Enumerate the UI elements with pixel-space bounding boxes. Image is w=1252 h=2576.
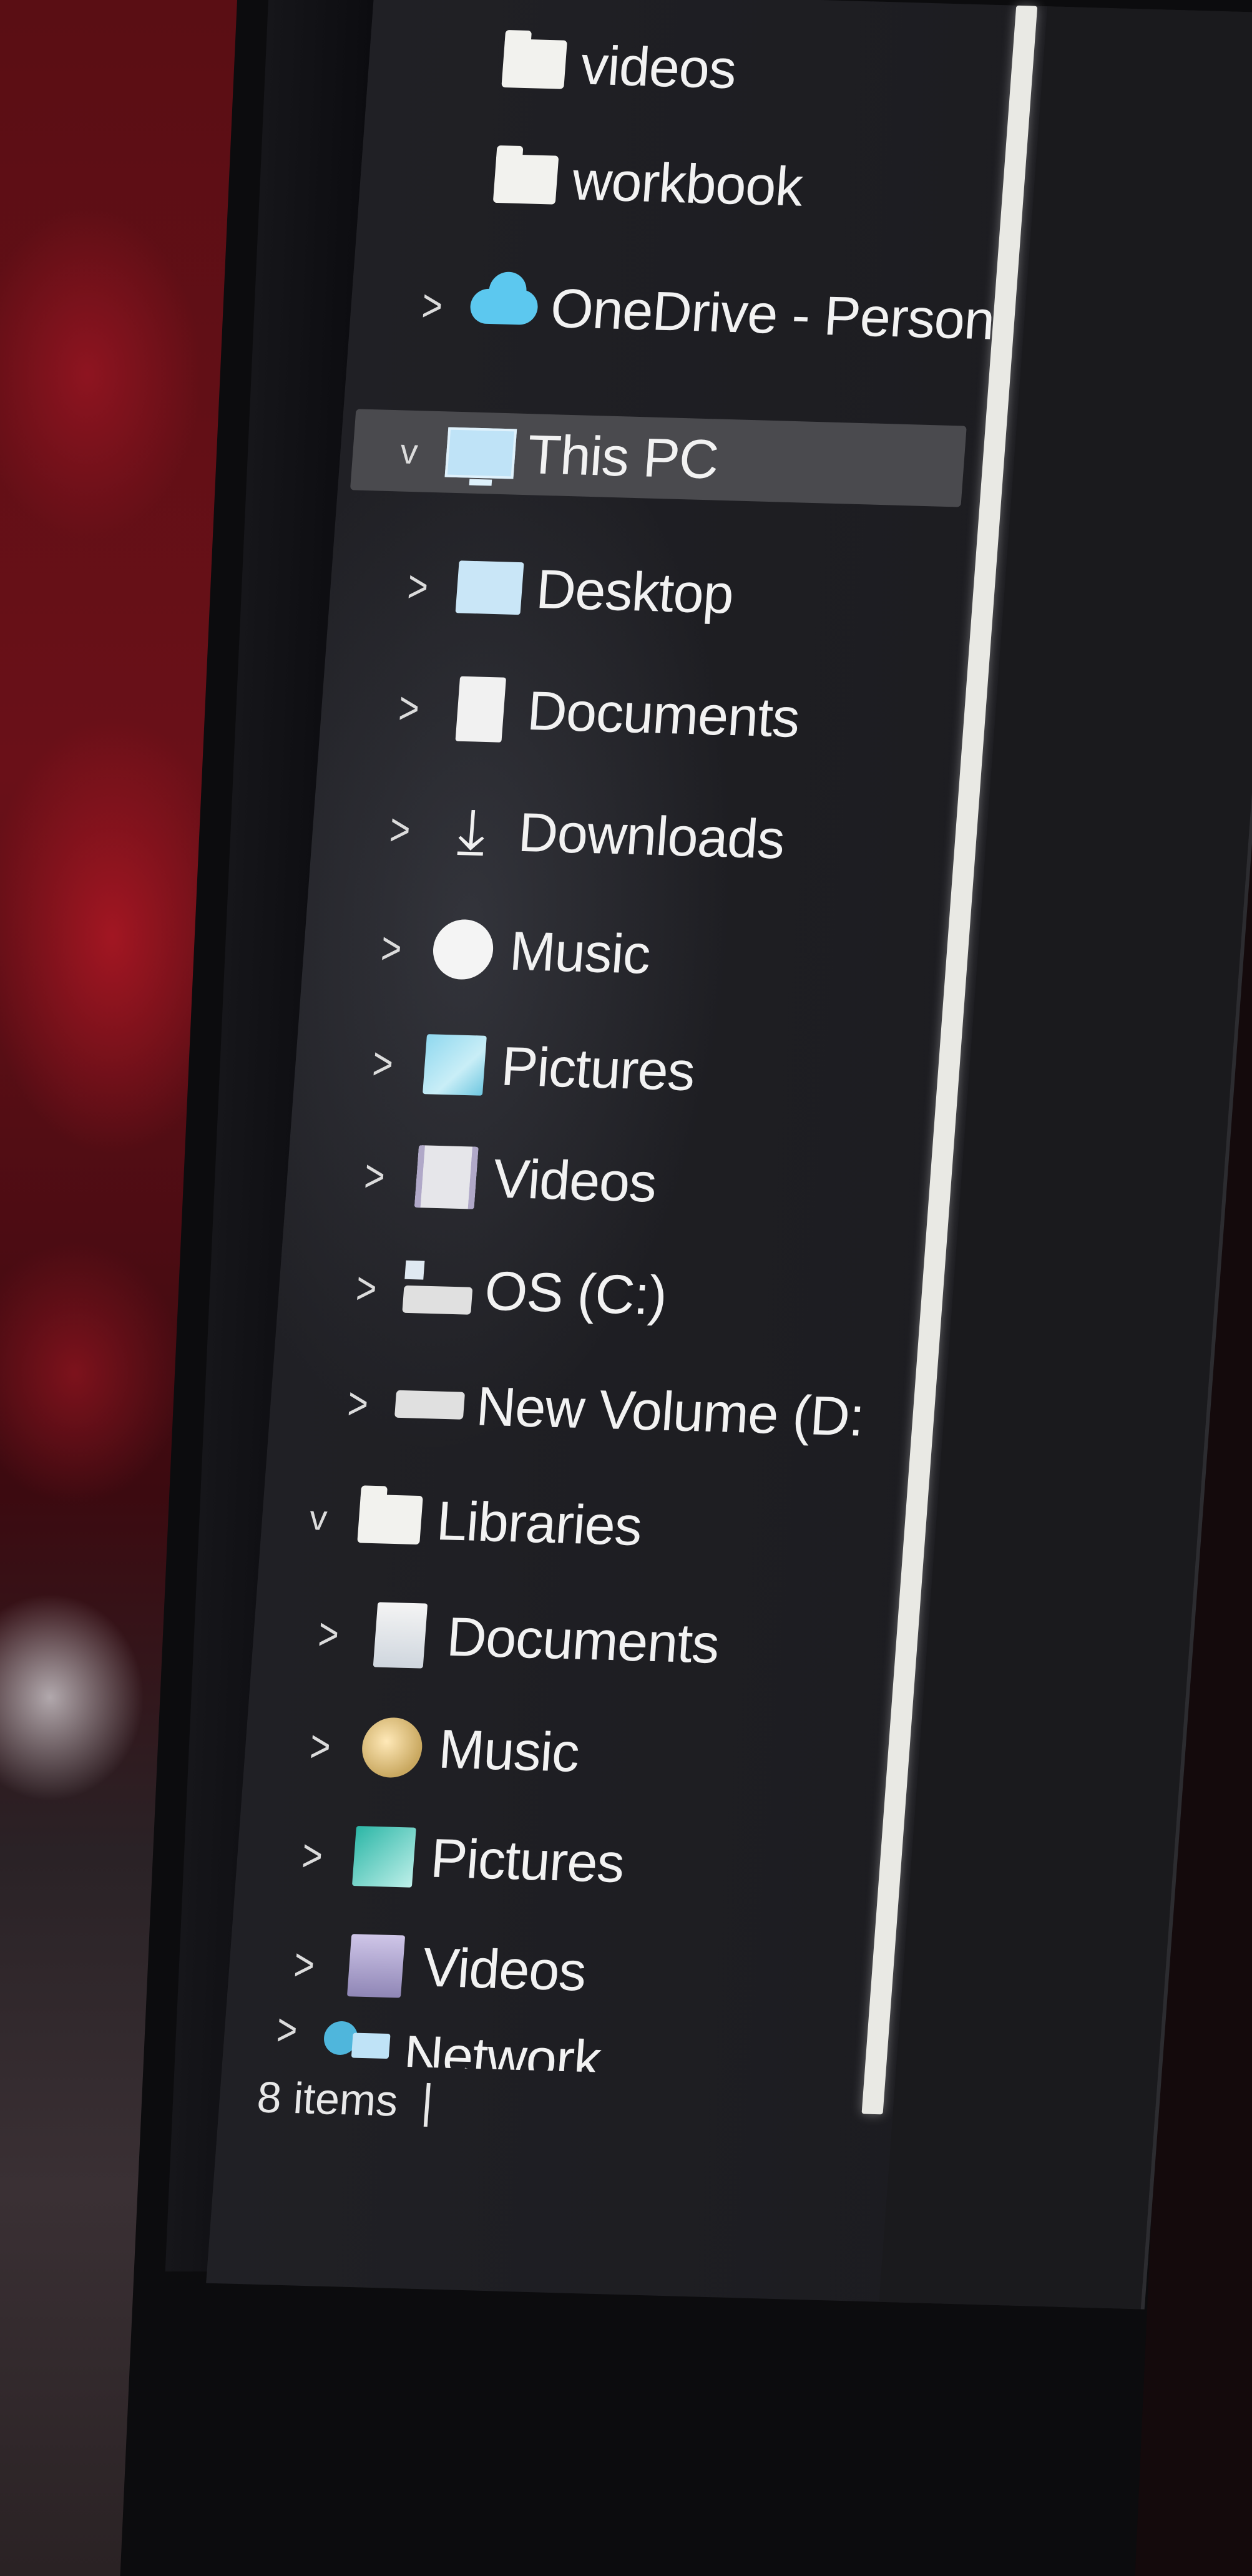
nav-item-music[interactable]: > Music (301, 898, 949, 1010)
chevron-down-icon[interactable]: v (387, 404, 431, 499)
monitor-icon (444, 417, 517, 488)
nav-item-pictures[interactable]: > Pictures (292, 1013, 941, 1125)
chevron-right-icon[interactable]: > (289, 1793, 335, 1916)
chevron-right-icon[interactable]: > (395, 524, 441, 647)
nav-item-label: New Volume (D: (474, 1375, 866, 1448)
nav-item-label: OneDrive - Person (548, 276, 997, 351)
video-icon (409, 1142, 483, 1212)
download-arrow-icon: ⤓ (455, 796, 489, 867)
nav-item-label: This PC (525, 423, 721, 490)
nav-item-label: Documents (444, 1605, 721, 1675)
folder-icon (489, 144, 563, 215)
nav-item-label: Libraries (434, 1489, 644, 1558)
drive-icon (393, 1370, 467, 1440)
library-video-icon (340, 1931, 413, 2001)
nav-item-lib-documents[interactable]: > Documents (250, 1584, 899, 1696)
nav-item-label: Music (436, 1717, 582, 1783)
nav-item-this-pc[interactable]: v This PC (337, 402, 985, 514)
library-music-icon (355, 1712, 429, 1783)
chevron-right-icon[interactable]: > (386, 646, 432, 769)
chevron-right-icon[interactable]: > (297, 1684, 343, 1807)
nav-item-videos-folder[interactable]: videos (366, 12, 1014, 124)
chevron-right-icon[interactable]: > (377, 768, 423, 890)
nav-item-label: Videos (420, 1936, 589, 2003)
chevron-down-icon[interactable]: v (296, 1470, 341, 1565)
nav-item-label: Downloads (516, 801, 787, 871)
nav-item-lib-music[interactable]: > Music (242, 1697, 891, 1808)
network-icon (321, 2008, 395, 2079)
chevron-right-icon[interactable]: > (343, 1226, 389, 1349)
nav-item-libraries[interactable]: v Libraries (259, 1469, 907, 1581)
desktop-icon (453, 552, 527, 623)
windows-drive-icon (401, 1254, 475, 1325)
document-icon (444, 674, 517, 744)
chevron-right-icon[interactable]: > (360, 1002, 406, 1125)
chevron-right-icon[interactable]: > (335, 1342, 381, 1465)
library-pictures-icon (347, 1822, 421, 1892)
nav-item-onedrive[interactable]: > OneDrive - Person (348, 256, 996, 368)
nav-item-downloads[interactable]: > ⤓ Downloads (310, 780, 958, 892)
file-explorer-window: videos workbook > OneDrive - Person v Th… (206, 0, 1252, 2310)
pictures-icon (418, 1030, 492, 1100)
nav-item-label: workbook (570, 149, 805, 218)
chevron-right-icon[interactable]: > (351, 1114, 398, 1237)
nav-item-documents[interactable]: > Documents (318, 658, 967, 770)
chevron-right-icon[interactable]: > (368, 886, 414, 1009)
chevron-right-icon[interactable]: > (265, 1993, 309, 2074)
nav-item-label: Pictures (428, 1827, 627, 1895)
nav-item-videos[interactable]: > Videos (284, 1126, 932, 1237)
chevron-right-icon[interactable]: > (306, 1572, 352, 1695)
nav-item-label: OS (C:) (482, 1259, 669, 1327)
nav-item-label: Network (401, 2023, 604, 2080)
photo-scene: videos workbook > OneDrive - Person v Th… (0, 0, 1252, 2576)
folder-icon (353, 1484, 427, 1554)
nav-item-label: videos (579, 34, 738, 100)
library-document-icon (363, 1600, 437, 1671)
nav-item-lib-pictures[interactable]: > Pictures (234, 1806, 883, 1918)
chevron-right-icon[interactable]: > (409, 243, 456, 366)
status-separator (423, 2082, 431, 2127)
nav-item-new-volume[interactable]: > New Volume (D: (267, 1354, 916, 1465)
status-item-count: 8 items (255, 2072, 400, 2125)
nav-item-label: Music (507, 919, 653, 985)
nav-item-os-drive[interactable]: > OS (C:) (276, 1238, 924, 1350)
nav-item-label: Desktop (534, 557, 736, 625)
music-icon (426, 914, 500, 985)
nav-item-label: Documents (525, 679, 802, 749)
nav-item-label: Videos (491, 1147, 658, 1214)
nav-item-label: Pictures (499, 1035, 697, 1103)
folder-icon (497, 29, 571, 99)
nav-item-desktop[interactable]: > Desktop (327, 537, 976, 648)
cloud-icon (467, 271, 541, 342)
nav-item-workbook-folder[interactable]: workbook (358, 128, 1006, 240)
